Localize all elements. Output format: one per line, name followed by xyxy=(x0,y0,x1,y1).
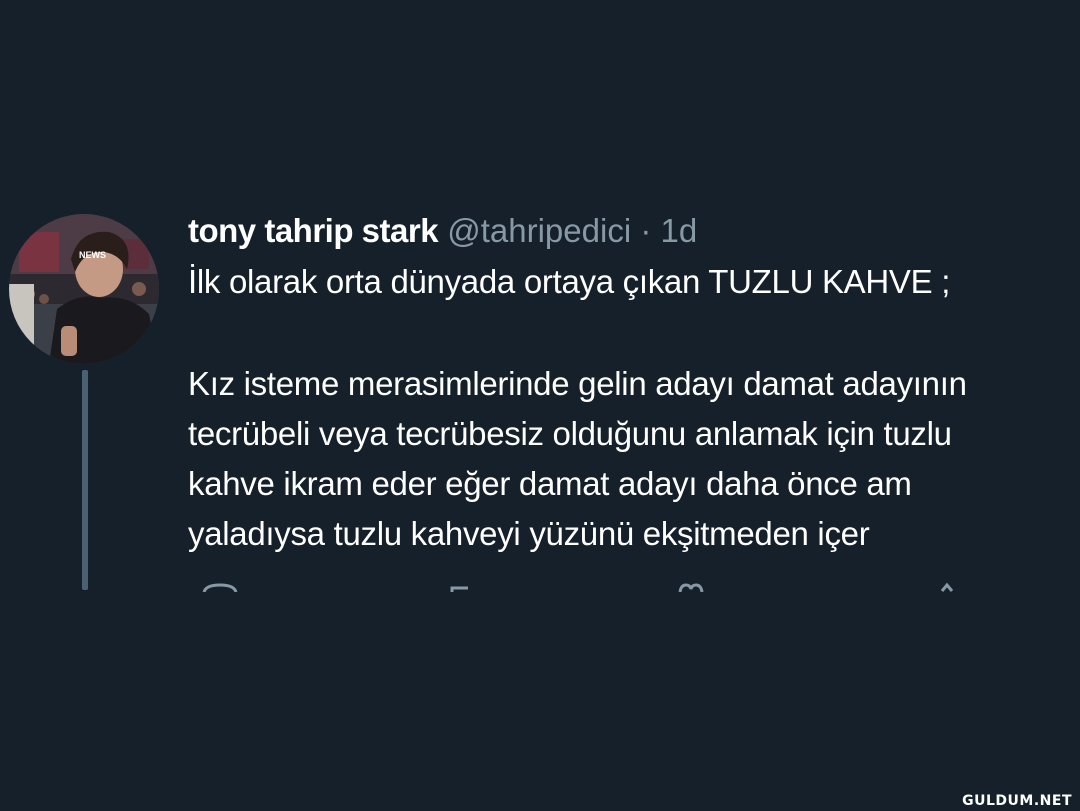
tweet-text: İlk olarak orta dünyada ortaya çıkan TUZ… xyxy=(188,257,1078,559)
tweet-actions xyxy=(188,582,988,592)
avatar[interactable]: NEWS xyxy=(9,214,159,364)
avatar-photo: NEWS xyxy=(9,214,159,364)
tweet-text-line: kahve ikram eder eğer damat adayı daha ö… xyxy=(188,465,912,502)
tweet-text-line: İlk olarak orta dünyada ortaya çıkan TUZ… xyxy=(188,263,951,300)
tweet-timestamp[interactable]: 1d xyxy=(661,212,698,249)
like-icon[interactable] xyxy=(678,582,704,592)
display-name[interactable]: tony tahrip stark xyxy=(188,212,439,249)
tweet-header: tony tahrip stark @tahripedici · 1d xyxy=(188,206,697,256)
share-icon[interactable] xyxy=(940,582,954,592)
tweet-text-line: yaladıysa tuzlu kahveyi yüzünü ekşitmede… xyxy=(188,515,870,552)
tweet-text-line: tecrübeli veya tecrübesiz olduğunu anlam… xyxy=(188,415,952,452)
news-badge-text: NEWS xyxy=(79,250,106,260)
tweet[interactable]: NEWS tony tahrip stark @tahripedici · 1d… xyxy=(0,0,1080,811)
retweet-icon[interactable] xyxy=(450,582,470,592)
separator-dot: · xyxy=(640,212,652,249)
user-handle[interactable]: @tahripedici xyxy=(447,212,631,249)
thread-line xyxy=(82,370,88,590)
reply-icon[interactable] xyxy=(200,582,240,592)
watermark: GULDUM.NET xyxy=(962,793,1072,809)
tweet-text-line: Kız isteme merasimlerinde gelin adayı da… xyxy=(188,365,967,402)
